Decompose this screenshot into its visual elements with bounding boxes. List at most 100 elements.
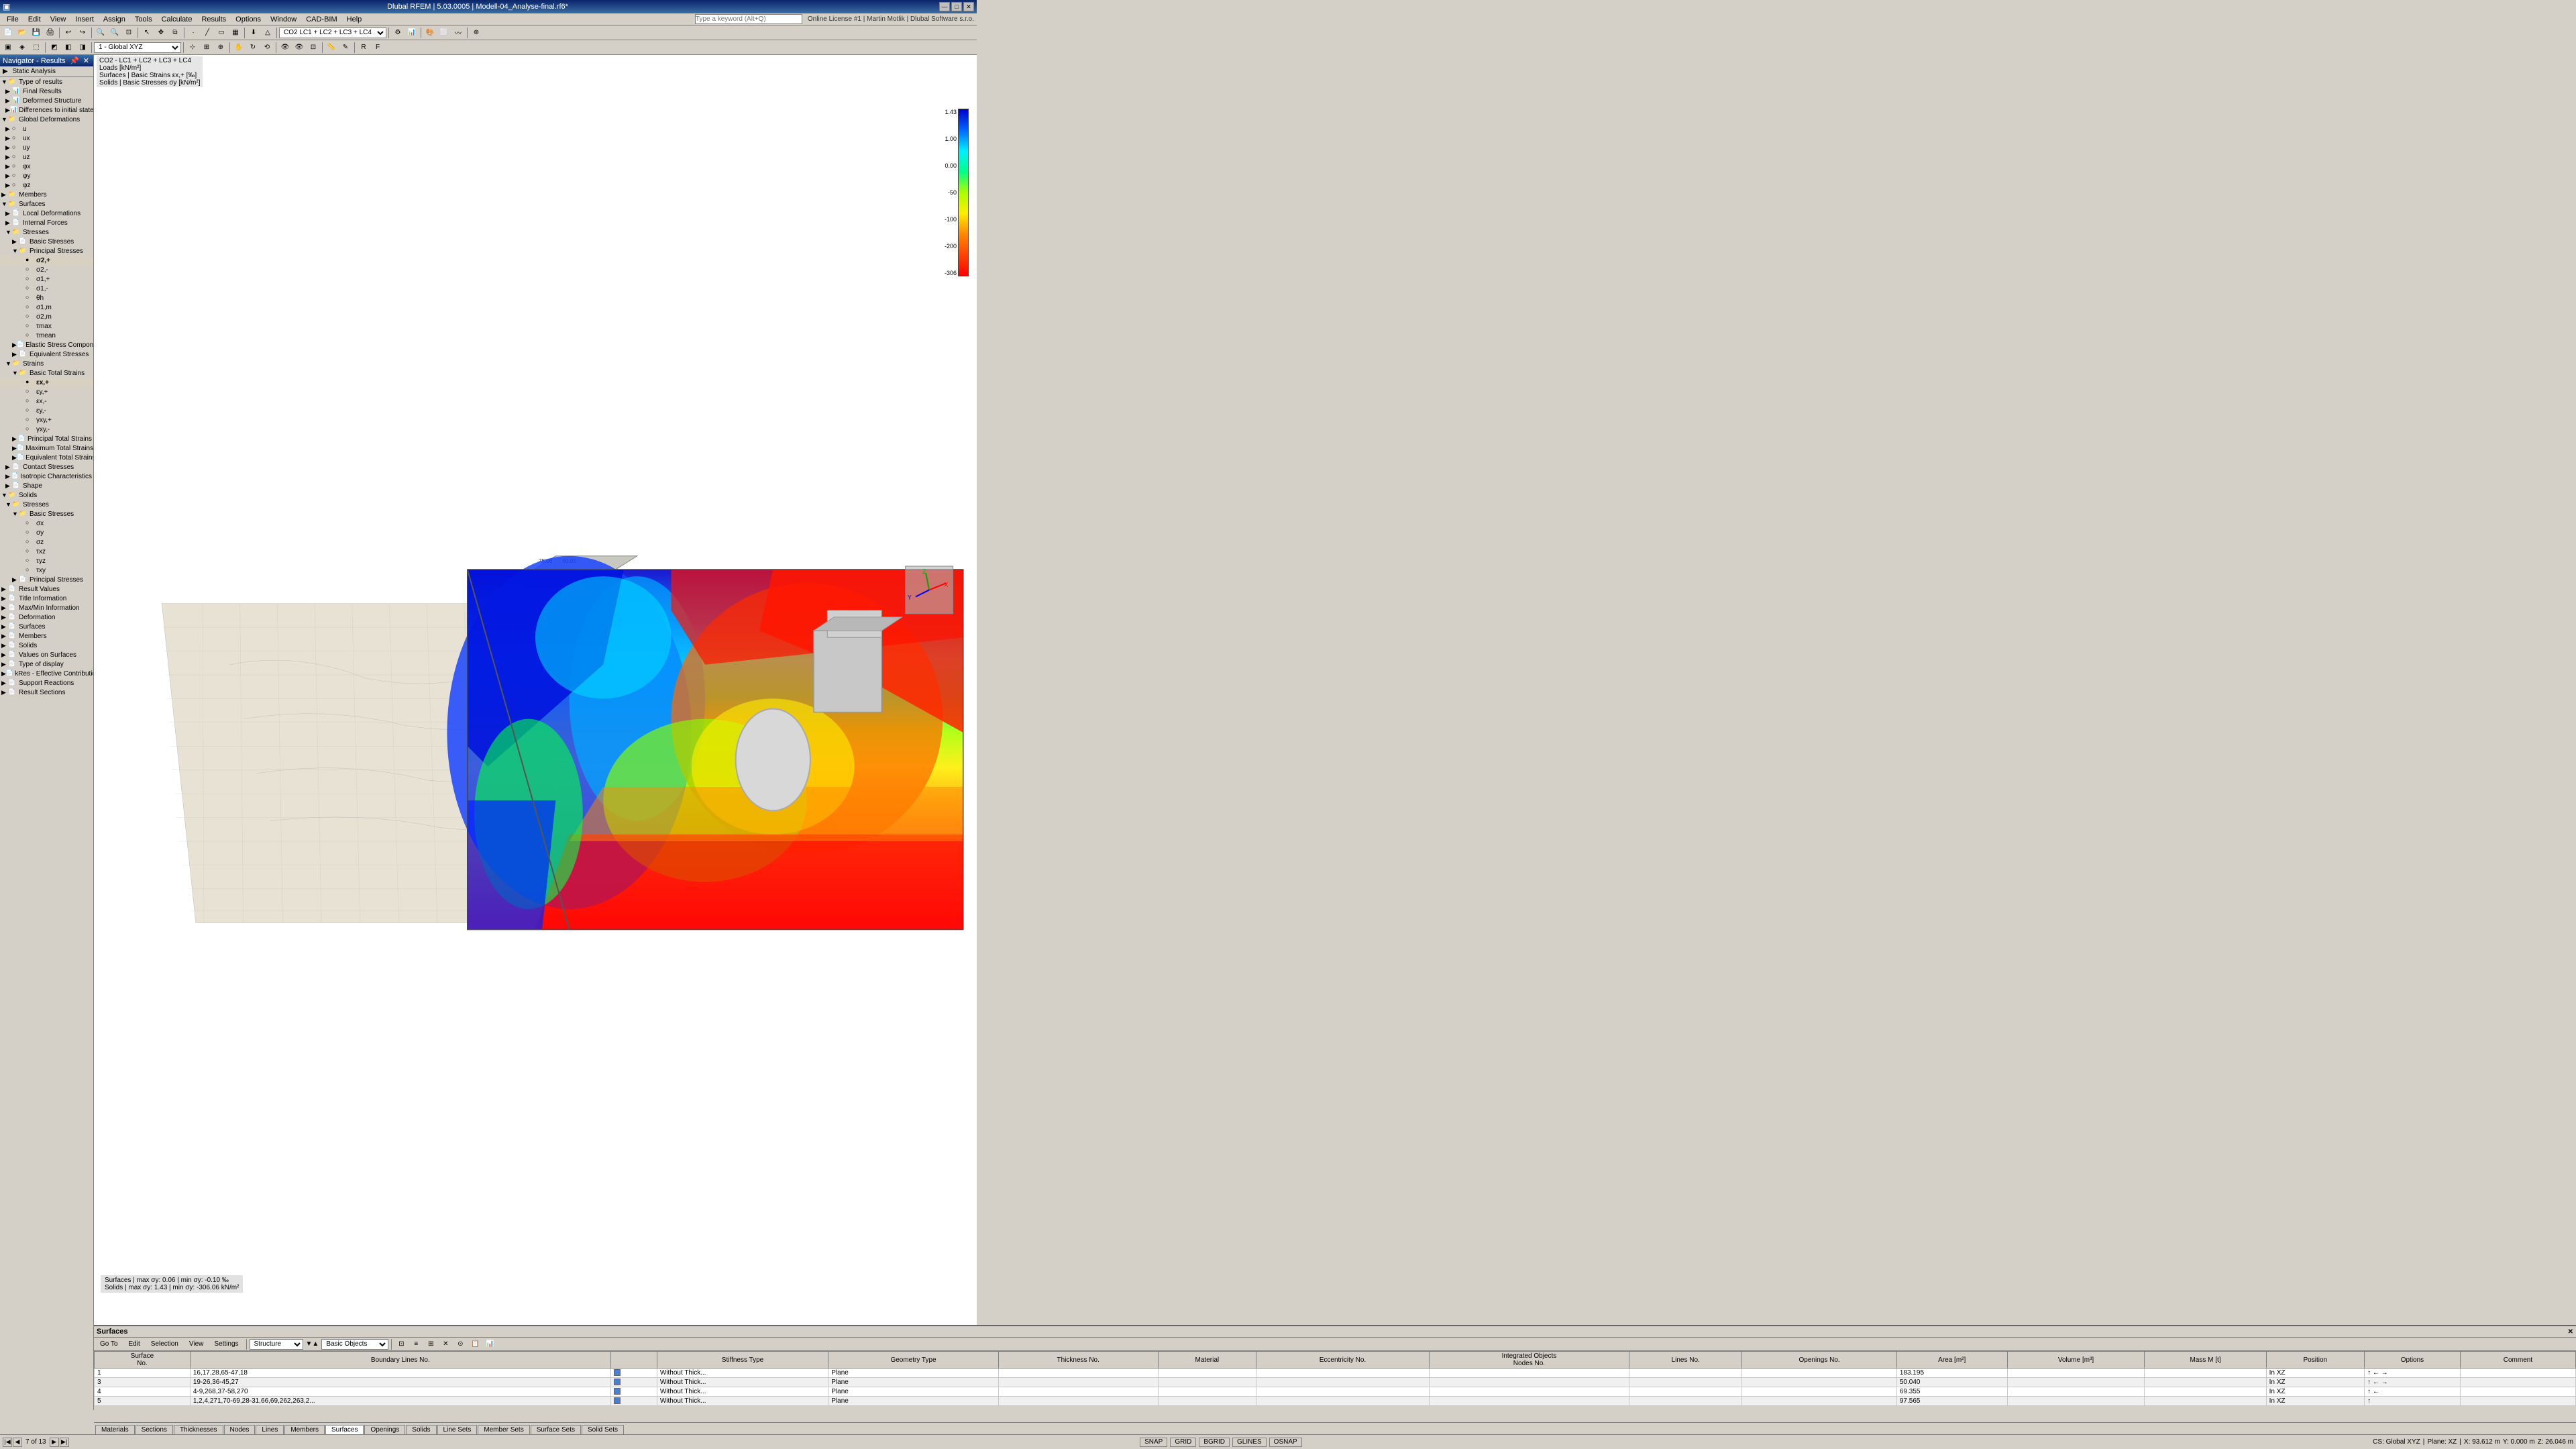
tree-item-42[interactable]: ▶📄Isotropic Characteristics bbox=[0, 472, 93, 481]
tree-item-12[interactable]: ▶📁Members bbox=[0, 190, 93, 199]
table-icon1[interactable]: ⊡ bbox=[394, 1338, 408, 1350]
navigator-tree[interactable]: ▼📁Type of results▶📊Final Results▶📊Deform… bbox=[0, 77, 93, 1410]
tree-item-51[interactable]: ○τyz bbox=[0, 556, 93, 566]
move-btn[interactable]: ✥ bbox=[154, 27, 168, 39]
view-left[interactable]: ◧ bbox=[62, 42, 75, 54]
tree-item-36[interactable]: ○γxy,+ bbox=[0, 415, 93, 425]
menu-file[interactable]: File bbox=[3, 15, 23, 24]
tree-item-45[interactable]: ▼📁Stresses bbox=[0, 500, 93, 509]
menu-options[interactable]: Options bbox=[231, 15, 265, 24]
tree-item-0[interactable]: ▼📁Type of results bbox=[0, 77, 93, 87]
tree-item-53[interactable]: ▶📄Principal Stresses bbox=[0, 575, 93, 584]
hide-btn[interactable]: 👁 bbox=[278, 42, 292, 54]
addon-btn2[interactable]: F bbox=[371, 42, 384, 54]
menu-insert[interactable]: Insert bbox=[71, 15, 98, 24]
support-btn[interactable]: △ bbox=[261, 27, 274, 39]
solid-btn[interactable]: ▦ bbox=[229, 27, 242, 39]
tree-item-32[interactable]: ●εx,+ bbox=[0, 378, 93, 387]
surf-btn[interactable]: ▭ bbox=[215, 27, 228, 39]
tab-surfaces[interactable]: Surfaces bbox=[325, 1425, 364, 1434]
tree-item-3[interactable]: ▶📊Differences to initial state bbox=[0, 105, 93, 115]
tree-item-8[interactable]: ▶○uz bbox=[0, 152, 93, 162]
render-btn[interactable]: 🎨 bbox=[423, 27, 437, 39]
tree-item-34[interactable]: ○εx,- bbox=[0, 396, 93, 406]
pan-btn[interactable]: ✋ bbox=[232, 42, 246, 54]
next-page-btn[interactable]: ▶ bbox=[50, 1438, 59, 1447]
tree-item-10[interactable]: ▶○φy bbox=[0, 171, 93, 180]
undo-btn[interactable]: ↩ bbox=[62, 27, 75, 39]
menu-view[interactable]: View bbox=[46, 15, 70, 24]
new-btn[interactable]: 📄 bbox=[1, 27, 15, 39]
tree-item-17[interactable]: ▶📄Basic Stresses bbox=[0, 237, 93, 246]
tree-item-63[interactable]: ▶📄kRes - Effective Contribution on Surfa… bbox=[0, 669, 93, 678]
tree-item-22[interactable]: ○σ1,- bbox=[0, 284, 93, 293]
axis-toggle[interactable]: ⊕ bbox=[214, 42, 227, 54]
view-combo[interactable]: 1 - Global XYZ bbox=[94, 42, 181, 53]
tree-item-18[interactable]: ▼📁Principal Stresses bbox=[0, 246, 93, 256]
show-btn[interactable]: 👁 bbox=[292, 42, 306, 54]
tab-sections[interactable]: Sections bbox=[136, 1425, 173, 1434]
menu-tools[interactable]: Tools bbox=[131, 15, 156, 24]
table-icon7[interactable]: 📊 bbox=[483, 1338, 496, 1350]
tree-item-15[interactable]: ▶📄Internal Forces bbox=[0, 218, 93, 227]
menu-results[interactable]: Results bbox=[197, 15, 230, 24]
viewport[interactable]: CO2 - LC1 + LC2 + LC3 + LC4 Loads [kN/m²… bbox=[94, 55, 977, 1410]
redo-btn[interactable]: ↪ bbox=[76, 27, 89, 39]
results-btn[interactable]: 📊 bbox=[405, 27, 419, 39]
close-button[interactable]: ✕ bbox=[963, 2, 974, 11]
table-icon3[interactable]: ⊞ bbox=[424, 1338, 437, 1350]
tree-item-55[interactable]: ▶📄Title Information bbox=[0, 594, 93, 603]
menu-cadbim[interactable]: CAD-BIM bbox=[302, 15, 341, 24]
snap-btn[interactable]: ⊕ bbox=[470, 27, 483, 39]
tree-item-61[interactable]: ▶📄Values on Surfaces bbox=[0, 650, 93, 659]
menu-assign[interactable]: Assign bbox=[99, 15, 129, 24]
bgrid-toggle-btn[interactable]: BGRID bbox=[1199, 1438, 1230, 1447]
menu-help[interactable]: Help bbox=[343, 15, 366, 24]
tree-item-2[interactable]: ▶📊Deformed Structure bbox=[0, 96, 93, 105]
annotation-btn[interactable]: ✎ bbox=[339, 42, 352, 54]
tree-item-35[interactable]: ○εy,- bbox=[0, 406, 93, 415]
tree-item-40[interactable]: ▶📄Equivalent Total Strains bbox=[0, 453, 93, 462]
tree-item-24[interactable]: ○σ1,m bbox=[0, 303, 93, 312]
tree-item-31[interactable]: ▼📁Basic Total Strains bbox=[0, 368, 93, 378]
measure-btn[interactable]: 📏 bbox=[325, 42, 338, 54]
tree-item-30[interactable]: ▼📁Strains bbox=[0, 359, 93, 368]
tree-item-65[interactable]: ▶📄Result Sections bbox=[0, 688, 93, 697]
wireframe-btn[interactable]: ⬜ bbox=[437, 27, 451, 39]
tree-item-29[interactable]: ▶📄Equivalent Stresses bbox=[0, 350, 93, 359]
prev-page-btn[interactable]: ◀ bbox=[13, 1438, 22, 1447]
last-page-btn[interactable]: ▶| bbox=[60, 1438, 69, 1447]
tree-item-46[interactable]: ▼📁Basic Stresses bbox=[0, 509, 93, 519]
tree-item-60[interactable]: ▶📄Solids bbox=[0, 641, 93, 650]
select-btn[interactable]: ↖ bbox=[140, 27, 154, 39]
tree-item-58[interactable]: ▶📄Surfaces bbox=[0, 622, 93, 631]
tab-surface-sets[interactable]: Surface Sets bbox=[531, 1425, 581, 1434]
tree-item-57[interactable]: ▶📄Deformation bbox=[0, 612, 93, 622]
tree-item-64[interactable]: ▶📄Support Reactions bbox=[0, 678, 93, 688]
tree-item-11[interactable]: ▶○φz bbox=[0, 180, 93, 190]
tab-line-sets[interactable]: Line Sets bbox=[437, 1425, 478, 1434]
tree-item-26[interactable]: ○τmax bbox=[0, 321, 93, 331]
tab-materials[interactable]: Materials bbox=[95, 1425, 135, 1434]
navigator-pin-btn[interactable]: 📌 bbox=[68, 56, 80, 65]
results-table-container[interactable]: SurfaceNo. Boundary Lines No. Stiffness … bbox=[94, 1351, 2576, 1406]
tree-item-23[interactable]: ○θh bbox=[0, 293, 93, 303]
minimize-button[interactable]: — bbox=[939, 2, 950, 11]
view-iso[interactable]: ◈ bbox=[15, 42, 29, 54]
tree-item-47[interactable]: ○σx bbox=[0, 519, 93, 528]
table-row[interactable]: 3 19-26,36-45,27 Without Thick... Plane … bbox=[95, 1378, 2576, 1387]
tree-item-21[interactable]: ○σ1,+ bbox=[0, 274, 93, 284]
settings-btn[interactable]: Settings bbox=[209, 1339, 243, 1349]
glines-toggle-btn[interactable]: GLINES bbox=[1232, 1438, 1267, 1447]
tree-item-19[interactable]: ●σ2,+ bbox=[0, 256, 93, 265]
orbit-btn[interactable]: ⟲ bbox=[260, 42, 274, 54]
tab-solids[interactable]: Solids bbox=[406, 1425, 436, 1434]
tab-lines[interactable]: Lines bbox=[256, 1425, 284, 1434]
window-controls[interactable]: — □ ✕ bbox=[939, 2, 974, 11]
tab-openings[interactable]: Openings bbox=[364, 1425, 405, 1434]
tree-item-44[interactable]: ▼📁Solids bbox=[0, 490, 93, 500]
basic-objects-combo[interactable]: Basic Objects bbox=[321, 1339, 388, 1350]
tree-item-59[interactable]: ▶📄Members bbox=[0, 631, 93, 641]
load-btn[interactable]: ⬇ bbox=[247, 27, 260, 39]
view-top[interactable]: ⬚ bbox=[30, 42, 43, 54]
